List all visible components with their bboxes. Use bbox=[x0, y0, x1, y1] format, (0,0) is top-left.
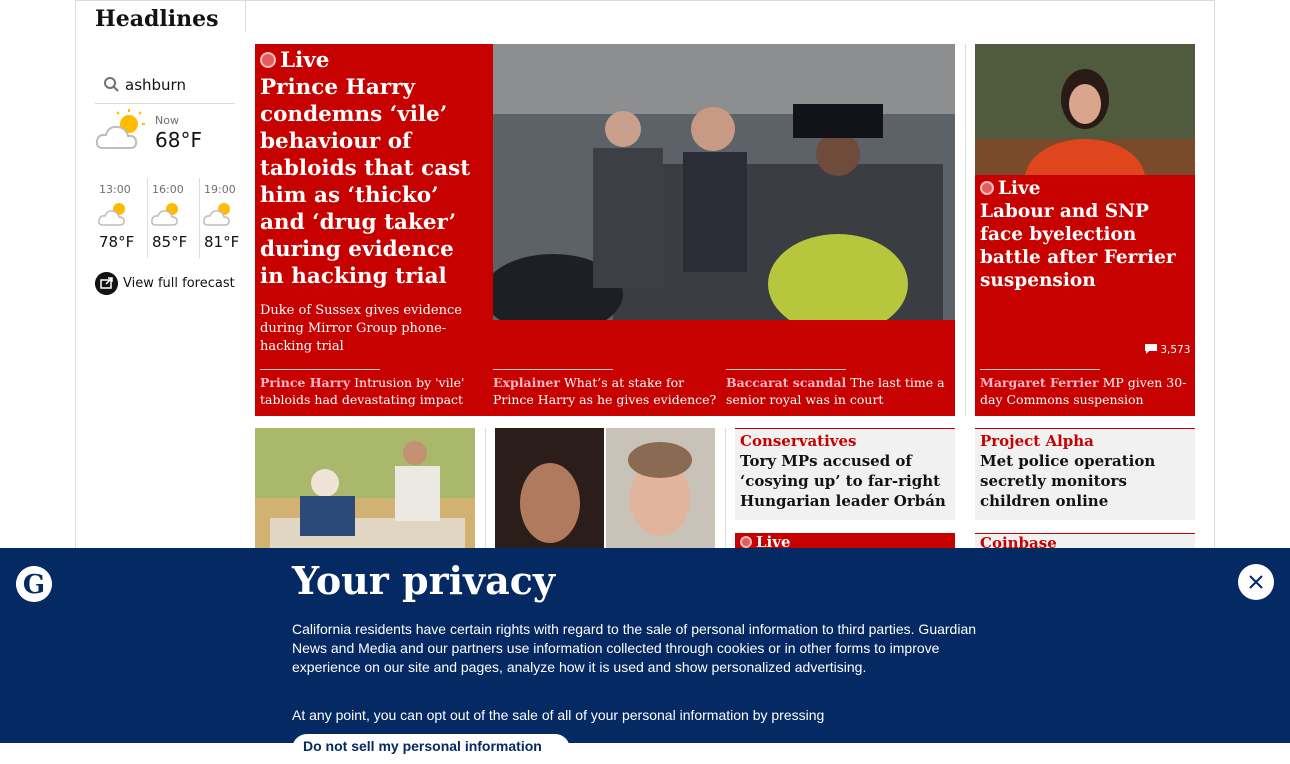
weather-now-temp: 68°F bbox=[155, 128, 202, 152]
forecast-temp: 85°F bbox=[152, 233, 188, 251]
weather-now-label: Now bbox=[155, 114, 179, 127]
forecast-time: 19:00 bbox=[204, 183, 236, 196]
live-indicator-icon bbox=[740, 536, 752, 548]
related-divider bbox=[493, 369, 613, 370]
forecast-time: 16:00 bbox=[152, 183, 184, 196]
live-label: Live bbox=[280, 48, 330, 73]
divider bbox=[485, 428, 486, 548]
related-link[interactable]: Prince Harry Intrusion by 'vile' tabloid… bbox=[260, 374, 485, 408]
related-link[interactable]: Explainer What’s at stake for Prince Har… bbox=[493, 374, 718, 408]
consent-title: Your privacy bbox=[292, 558, 555, 603]
divider bbox=[965, 44, 966, 416]
search-icon bbox=[104, 77, 119, 92]
partly-cloudy-icon bbox=[98, 203, 125, 226]
photo-placeholder bbox=[255, 428, 475, 548]
view-full-forecast-label: View full forecast bbox=[123, 276, 235, 291]
forecast-temp: 81°F bbox=[204, 233, 240, 251]
partly-cloudy-icon bbox=[203, 203, 230, 226]
weather-forecast: 13:00 78°F 16:00 85°F 19:00 81°F bbox=[95, 178, 245, 258]
main-story-standfirst: Duke of Sussex gives evidence during Mir… bbox=[260, 303, 462, 354]
side-headline-text: Labour and SNP face byelection battle af… bbox=[980, 201, 1176, 291]
guardian-logo-icon: G bbox=[16, 566, 52, 602]
main-headline-text: Prince Harry condemns ‘vile’ behaviour o… bbox=[260, 75, 471, 289]
side-story-headline: Live Labour and SNP face byelection batt… bbox=[980, 177, 1190, 292]
story-image-card[interactable] bbox=[255, 428, 475, 548]
partly-cloudy-icon bbox=[95, 109, 145, 149]
related-kicker: Explainer bbox=[493, 375, 560, 390]
main-story-card[interactable]: Live Prince Harry condemns ‘vile’ behavi… bbox=[255, 44, 955, 416]
do-not-sell-button[interactable]: Do not sell my personal information bbox=[292, 734, 570, 764]
svg-text:G: G bbox=[23, 570, 45, 600]
consent-body-optout: At any point, you can opt out of the sal… bbox=[292, 707, 825, 723]
privacy-consent-banner: G Your privacy California residents have… bbox=[0, 548, 1290, 764]
close-icon bbox=[1249, 575, 1263, 589]
partly-cloudy-icon bbox=[151, 203, 178, 226]
forecast-temp: 78°F bbox=[99, 233, 135, 251]
live-label: Live bbox=[998, 178, 1041, 199]
forecast-slot: 16:00 85°F bbox=[147, 178, 199, 258]
photo-placeholder bbox=[493, 44, 955, 320]
story-kicker: Project Alpha bbox=[980, 432, 1094, 450]
live-indicator-icon bbox=[260, 52, 276, 68]
story-card-project-alpha[interactable]: Project Alpha Met police operation secre… bbox=[975, 428, 1195, 520]
divider bbox=[725, 428, 726, 548]
comment-count[interactable]: 3,573 bbox=[1145, 344, 1190, 356]
related-kicker: Baccarat scandal bbox=[726, 375, 847, 390]
main-story-headline: Live Prince Harry condemns ‘vile’ behavi… bbox=[260, 47, 485, 290]
related-link[interactable]: Baccarat scandal The last time a senior … bbox=[726, 374, 951, 408]
consent-body: California residents have certain rights… bbox=[292, 621, 977, 675]
story-headline: Conservatives Tory MPs accused of ‘cosyi… bbox=[740, 431, 950, 511]
related-link[interactable]: Margaret Ferrier MP given 30-day Commons… bbox=[980, 374, 1190, 408]
divider bbox=[245, 0, 246, 32]
live-indicator-icon bbox=[980, 181, 994, 195]
story-headline: Project Alpha Met police operation secre… bbox=[980, 431, 1190, 511]
related-divider bbox=[980, 369, 1100, 370]
forecast-slot: 13:00 78°F bbox=[95, 178, 147, 258]
related-divider bbox=[260, 369, 380, 370]
photo-placeholder bbox=[975, 44, 1195, 175]
story-title: Tory MPs accused of ‘cosying up’ to far-… bbox=[740, 452, 946, 510]
comment-icon bbox=[1145, 344, 1157, 354]
external-link-icon bbox=[95, 272, 118, 295]
weather-location: ashburn bbox=[125, 76, 186, 94]
main-story-photo bbox=[493, 44, 955, 320]
close-button[interactable] bbox=[1238, 564, 1274, 600]
side-story-card[interactable]: Live Labour and SNP face byelection batt… bbox=[975, 44, 1195, 416]
story-kicker: Conservatives bbox=[740, 432, 857, 450]
story-image-card[interactable] bbox=[495, 428, 715, 548]
related-kicker: Margaret Ferrier bbox=[980, 375, 1099, 390]
side-story-photo bbox=[975, 44, 1195, 175]
forecast-slot: 19:00 81°F bbox=[199, 178, 245, 258]
forecast-time: 13:00 bbox=[99, 183, 131, 196]
section-title: Headlines bbox=[95, 6, 219, 32]
photo-placeholder bbox=[495, 428, 715, 548]
comment-count-value: 3,573 bbox=[1160, 344, 1191, 356]
weather-location-search[interactable]: ashburn bbox=[95, 70, 235, 104]
related-kicker: Prince Harry bbox=[260, 375, 351, 390]
guardian-headlines-page: Headlines ashburn Now 68°F 13:00 78°F 16… bbox=[0, 0, 1290, 764]
related-divider bbox=[726, 369, 846, 370]
story-title: Met police operation secretly monitors c… bbox=[980, 452, 1156, 510]
story-card-conservatives[interactable]: Conservatives Tory MPs accused of ‘cosyi… bbox=[735, 428, 955, 520]
weather-now: Now 68°F bbox=[95, 106, 235, 166]
